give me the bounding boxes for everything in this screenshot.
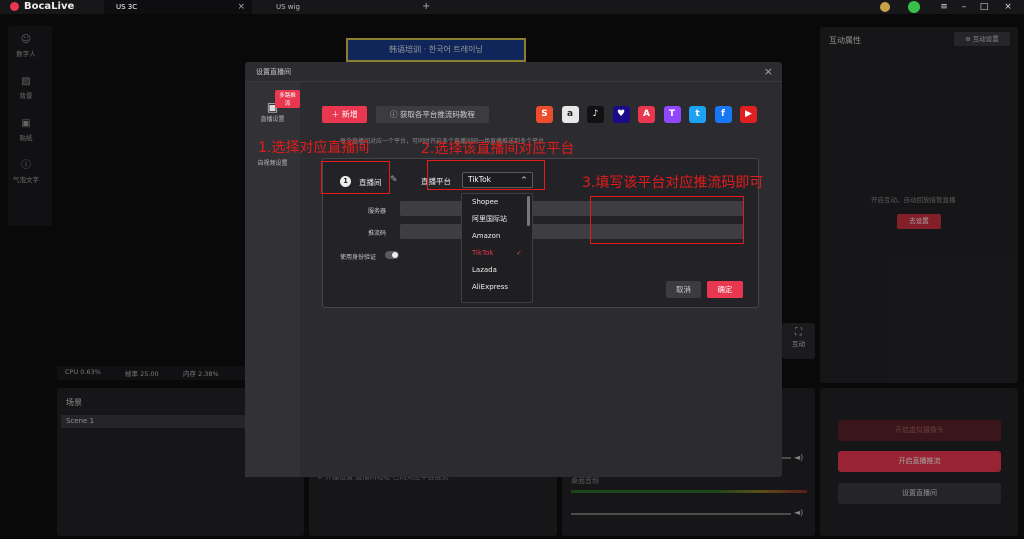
edit-icon[interactable]: ✎ (390, 175, 398, 185)
option-alibaba[interactable]: 阿里国际站 (462, 211, 532, 228)
add-room-button[interactable]: ＋ 新增 (322, 106, 367, 123)
stream-key-label: 推流码 (368, 230, 387, 237)
tab-live-settings[interactable]: 多路推流 ▣ 直播设置 (245, 90, 300, 123)
amazon-icon[interactable]: a (561, 106, 579, 123)
shopee-icon[interactable]: S (536, 106, 553, 123)
twitter-icon[interactable]: t (689, 106, 706, 123)
confirm-button[interactable]: 确定 (707, 281, 743, 298)
status-icon[interactable] (908, 1, 920, 13)
platform-dropdown-menu: Shopee 阿里国际站 Amazon TikTok ✓ Lazada AliE… (461, 193, 533, 303)
auth-toggle[interactable] (385, 251, 399, 259)
tab-label: US wig (276, 3, 300, 11)
tab-us-wig[interactable]: US wig (264, 0, 412, 14)
server-label: 服务器 (368, 208, 387, 215)
option-lazada[interactable]: Lazada (462, 262, 532, 279)
annotation-box-room (321, 161, 390, 194)
add-tab-icon[interactable]: + (422, 0, 430, 13)
tab-custom-settings[interactable]: 自视频设置 (245, 158, 300, 167)
annotation-step-2: 2.选择该直播间对应平台 (421, 141, 575, 157)
tab-label: US 3C (116, 3, 138, 11)
annotation-box-stream-key (590, 196, 744, 244)
annotation-step-1: 1.选择对应直播间 (258, 140, 370, 156)
plus-icon: ＋ (331, 110, 342, 119)
tab-us-3c[interactable]: US 3C × (104, 0, 252, 14)
close-icon[interactable]: × (237, 0, 245, 14)
tiktok-icon[interactable]: ♪ (587, 106, 604, 123)
platform-icons: Sa ♪ ♥ A Tt f ▶ (536, 106, 762, 124)
option-amazon[interactable]: Amazon (462, 228, 532, 245)
multi-push-badge: 多路推流 (275, 90, 300, 108)
scrollbar[interactable] (527, 196, 530, 226)
tutorial-button[interactable]: ⓘ 获取各平台推流码教程 (376, 106, 489, 123)
annotation-box-platform (427, 160, 545, 190)
option-shopee[interactable]: Shopee (462, 194, 532, 211)
twitch-icon[interactable]: T (663, 106, 681, 123)
modal-header: 设置直播间 (245, 62, 782, 82)
help-icon: ⓘ (390, 110, 400, 119)
app-logo-icon (10, 2, 19, 11)
option-aliexpress[interactable]: AliExpress (462, 279, 532, 296)
title-bar: BocaLive US 3C × US wig + ≡ – □ × (0, 0, 1024, 14)
option-tiktok[interactable]: TikTok ✓ (462, 245, 532, 262)
facebook-icon[interactable]: f (714, 106, 732, 123)
auth-label: 使用身份验证 (340, 254, 377, 261)
badge-icon[interactable] (880, 2, 890, 12)
close-window-icon[interactable]: × (994, 0, 1022, 14)
aliexpress-icon[interactable]: A (638, 106, 655, 123)
annotation-step-3: 3.填写该平台对应推流码即可 (582, 175, 764, 191)
cancel-button[interactable]: 取消 (666, 281, 701, 298)
lazada-icon[interactable]: ♥ (612, 106, 630, 123)
check-icon: ✓ (516, 249, 522, 257)
youtube-icon[interactable]: ▶ (740, 106, 757, 123)
app-name: BocaLive (24, 1, 75, 12)
modal-title: 设置直播间 (256, 68, 291, 76)
close-icon[interactable]: × (764, 62, 773, 82)
